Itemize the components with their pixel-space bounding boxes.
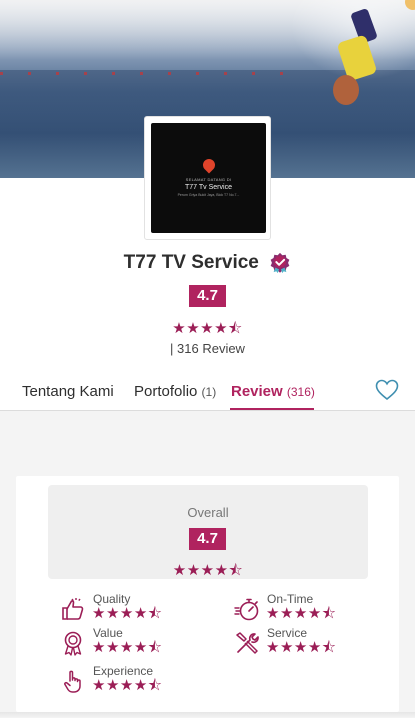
criteria-on-time: On-Time ★★★★⯪: [234, 592, 394, 626]
criteria-stars: ★★★★⯪: [266, 639, 337, 656]
thumbs-up-icon: [62, 598, 84, 620]
verified-badge-icon: [270, 252, 290, 274]
criteria-stars: ★★★★⯪: [92, 605, 163, 622]
overall-label: Overall: [187, 505, 229, 520]
location-pin-icon: [200, 156, 217, 174]
criteria-stars: ★★★★⯪: [92, 677, 163, 694]
criteria-experience: Experience ★★★★⯪: [60, 664, 220, 698]
business-logo: SELAMAT DATANG DI T77 Tv Service Perum G…: [144, 116, 271, 240]
tab-bar: Tentang Kami Portofolio (1) Review (316): [0, 379, 415, 411]
review-summary-card: Overall 4.7 ★★★★⯪ Quality ★★★★⯪ On-Time …: [16, 476, 399, 712]
criteria-value: Value ★★★★⯪: [60, 626, 220, 660]
criteria-service: Service ★★★★⯪: [234, 626, 394, 660]
review-count: | 316 Review: [170, 341, 245, 356]
tools-icon: [236, 632, 259, 654]
tab-portofolio[interactable]: Portofolio (1): [134, 383, 216, 400]
overall-stars: ★★★★⯪: [172, 562, 244, 579]
award-icon: [64, 631, 82, 656]
criteria-quality: Quality ★★★★⯪: [60, 592, 220, 626]
business-name: T77 TV Service: [123, 252, 259, 273]
overall-rating-box: Overall 4.7 ★★★★⯪: [48, 485, 368, 579]
rating-stars: ★★★★⯪: [172, 320, 243, 337]
hand-pointer-icon: [64, 670, 81, 693]
tab-tentang-kami[interactable]: Tentang Kami: [22, 383, 114, 400]
criteria-stars: ★★★★⯪: [92, 639, 163, 656]
overall-rating-badge: 4.7: [189, 528, 226, 550]
favorite-heart-icon[interactable]: [375, 379, 399, 401]
criteria-stars: ★★★★⯪: [266, 605, 337, 622]
rating-badge: 4.7: [189, 285, 226, 307]
tab-review[interactable]: Review (316): [231, 383, 315, 400]
stopwatch-icon: [234, 598, 259, 621]
